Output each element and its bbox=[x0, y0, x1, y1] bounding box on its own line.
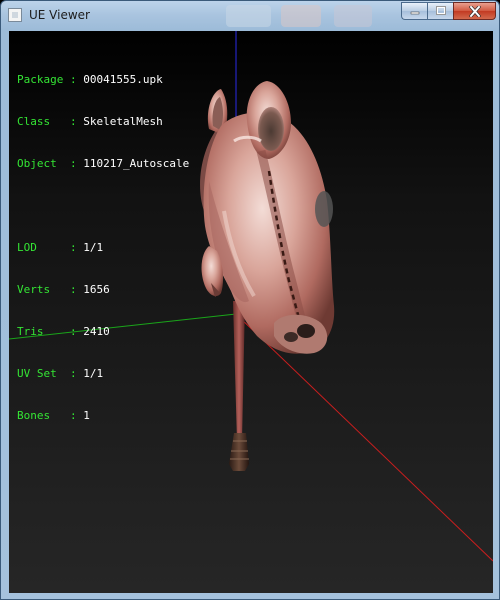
hud-value: 110217_Autoscale bbox=[83, 157, 190, 170]
hud-row-bones: Bones : 1 bbox=[17, 409, 189, 423]
hud-value: 2410 bbox=[83, 325, 110, 338]
hud-value: 1 bbox=[83, 409, 90, 422]
maximize-icon bbox=[435, 6, 446, 15]
app-window: UE Viewer Package: 00041555.upk Class:… bbox=[0, 0, 500, 600]
hud-sep: : bbox=[69, 409, 77, 422]
hud-sep: : bbox=[69, 241, 77, 254]
close-button[interactable] bbox=[453, 2, 496, 20]
hud-row-class: Class : SkeletalMesh bbox=[17, 115, 189, 129]
app-window-icon[interactable] bbox=[8, 8, 22, 22]
hud-sep: : bbox=[69, 325, 77, 338]
hud-value: 1656 bbox=[83, 283, 110, 296]
close-icon bbox=[468, 5, 481, 17]
hud-sep: : bbox=[69, 367, 77, 380]
3d-viewport[interactable]: Package : 00041555.upk Class : SkeletalM… bbox=[9, 31, 493, 593]
hud-label: Class bbox=[17, 115, 64, 128]
hud-label: Verts bbox=[17, 283, 64, 296]
hud-label: Bones bbox=[17, 409, 64, 422]
hobby-horse-mesh bbox=[200, 81, 335, 471]
axis-x-line bbox=[235, 313, 493, 562]
hud-sep: : bbox=[69, 115, 77, 128]
hud-sep: : bbox=[69, 157, 77, 170]
hud-label: Package bbox=[17, 73, 64, 86]
window-title: UE Viewer bbox=[29, 8, 90, 22]
hud-row-object: Object : 110217_Autoscale bbox=[17, 157, 189, 171]
hud-label: Object bbox=[17, 157, 64, 170]
hud-sep: : bbox=[69, 283, 77, 296]
hud-label: UV Set bbox=[17, 367, 64, 380]
hud-value: SkeletalMesh bbox=[83, 115, 163, 128]
hud-value: 1/1 bbox=[83, 367, 104, 380]
hud-row-tris: Tris : 2410 bbox=[17, 325, 189, 339]
minimize-button[interactable] bbox=[401, 2, 427, 20]
caption-buttons bbox=[401, 2, 496, 21]
hud-sep: : bbox=[69, 73, 77, 86]
mesh-info-overlay: Package : 00041555.upk Class : SkeletalM… bbox=[17, 45, 189, 451]
hud-value: 00041555.upk bbox=[83, 73, 163, 86]
hud-spacer bbox=[17, 199, 189, 213]
minimize-icon bbox=[410, 11, 419, 15]
maximize-button[interactable] bbox=[427, 2, 453, 20]
hud-row-uvset: UV Set : 1/1 bbox=[17, 367, 189, 381]
hud-label: LOD bbox=[17, 241, 64, 254]
hud-label: Tris bbox=[17, 325, 64, 338]
title-bar[interactable]: UE Viewer bbox=[1, 1, 499, 31]
hud-row-lod: LOD : 1/1 bbox=[17, 241, 189, 255]
hud-value: 1/1 bbox=[83, 241, 104, 254]
hud-row-verts: Verts : 1656 bbox=[17, 283, 189, 297]
hud-row-package: Package : 00041555.upk bbox=[17, 73, 189, 87]
